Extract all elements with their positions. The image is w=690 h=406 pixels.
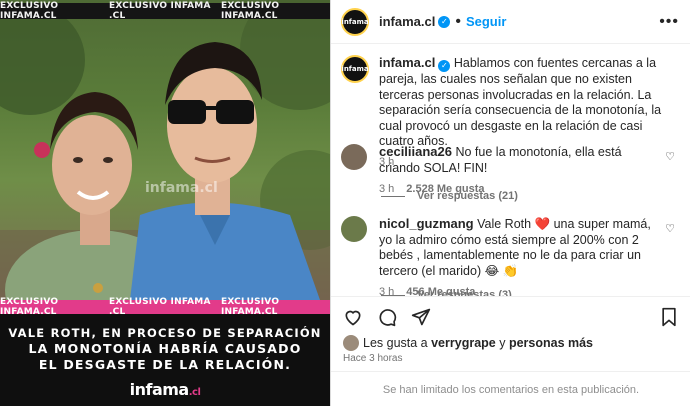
header-account: infama.cl ✓ • Seguir	[379, 13, 506, 31]
comment-like-heart-icon[interactable]: ♡	[665, 150, 675, 163]
replies-line	[381, 195, 405, 197]
logo-text: infama	[129, 380, 190, 399]
follow-button[interactable]: Seguir	[466, 14, 506, 29]
caption-text: infama.cl ✓ Hablamos con fuentes cercanas…	[379, 55, 679, 150]
comment-username[interactable]: ceciliiana26	[379, 144, 452, 159]
avatar-text: infama	[341, 17, 369, 26]
avatar-text: infama	[341, 65, 369, 73]
view-replies-button[interactable]: Ver respuestas (21)	[381, 190, 518, 202]
top-watermark-band: EXCLUSIVO INFAMA.CL EXCLUSIVO INFAMA .CL…	[0, 1, 330, 21]
action-icons	[343, 307, 431, 327]
account-avatar[interactable]: infama	[341, 7, 369, 36]
comment-item: nicol_guzmang Vale Roth ❤️ una super mam…	[341, 216, 681, 301]
post-actions: Les gusta a verrygrape y personas más Ha…	[331, 296, 690, 406]
post-timestamp: Hace 3 horas	[343, 353, 403, 364]
logo-suffix: .cl	[188, 387, 201, 398]
comment-avatar[interactable]	[341, 144, 367, 170]
likes-summary: Les gusta a verrygrape y personas más	[343, 335, 593, 351]
headline-line: LA MONOTONÍA HABRÍA CAUSADO	[28, 341, 302, 356]
likes-and: y	[495, 336, 509, 350]
comment-bubble-icon[interactable]	[377, 307, 397, 327]
verified-badge-icon: ✓	[438, 15, 451, 28]
more-options-icon[interactable]: •••	[659, 13, 679, 31]
like-heart-icon[interactable]	[343, 307, 363, 327]
share-paper-plane-icon[interactable]	[411, 307, 431, 327]
likes-user[interactable]: verrygrape	[431, 336, 496, 350]
caption-avatar[interactable]: infama	[341, 55, 369, 83]
watermark-text: EXCLUSIVO INFAMA.CL	[0, 1, 59, 21]
post-sidebar: infama infama.cl ✓ • Seguir ••• infama i…	[330, 0, 690, 406]
verified-badge-icon: ✓	[438, 60, 451, 72]
couple-photo-illustration	[0, 0, 330, 300]
infama-logo: infama.cl	[0, 380, 330, 399]
liker-avatar[interactable]	[343, 335, 359, 351]
comment-text: nicol_guzmang Vale Roth ❤️ una super mam…	[379, 216, 663, 279]
bottom-watermark-band: EXCLUSIVO INFAMA.CL EXCLUSIVO INFAMA .CL…	[0, 297, 330, 317]
post-media[interactable]: infama.cl EXCLUSIVO INFAMA.CL EXCLUSIVO …	[0, 0, 330, 406]
likes-more[interactable]: personas más	[509, 336, 593, 350]
comment-body: nicol_guzmang Vale Roth ❤️ una super mam…	[379, 216, 663, 301]
bookmark-icon[interactable]	[659, 307, 679, 327]
comment-avatar[interactable]	[341, 216, 367, 242]
header-username[interactable]: infama.cl	[379, 14, 435, 29]
watermark-text: EXCLUSIVO INFAMA .CL	[109, 1, 211, 21]
media-headline: VALE ROTH, EN PROCESO DE SEPARACIÓN LA M…	[0, 314, 330, 384]
watermark-text: EXCLUSIVO INFAMA.CL	[220, 1, 280, 21]
headline-line: EL DESGASTE DE LA RELACIÓN.	[38, 357, 292, 372]
comment-text: ceciliiana26 No fue la monotonía, ella e…	[379, 144, 663, 176]
caption-username[interactable]: infama.cl	[379, 55, 435, 70]
comment-like-heart-icon[interactable]: ♡	[665, 222, 675, 235]
headline-line: VALE ROTH, EN PROCESO DE SEPARACIÓN	[8, 326, 322, 340]
likes-prefix: Les gusta a	[363, 336, 432, 350]
comments-limited-notice: Se han limitado los comentarios en esta …	[331, 371, 690, 406]
post-photo: infama.cl	[0, 0, 330, 300]
replies-label: Ver respuestas (21)	[417, 190, 518, 202]
post-header: infama infama.cl ✓ • Seguir •••	[331, 0, 690, 44]
header-separator: •	[455, 12, 461, 30]
photo-watermark: infama.cl	[145, 180, 218, 196]
comment-username[interactable]: nicol_guzmang	[379, 216, 474, 231]
